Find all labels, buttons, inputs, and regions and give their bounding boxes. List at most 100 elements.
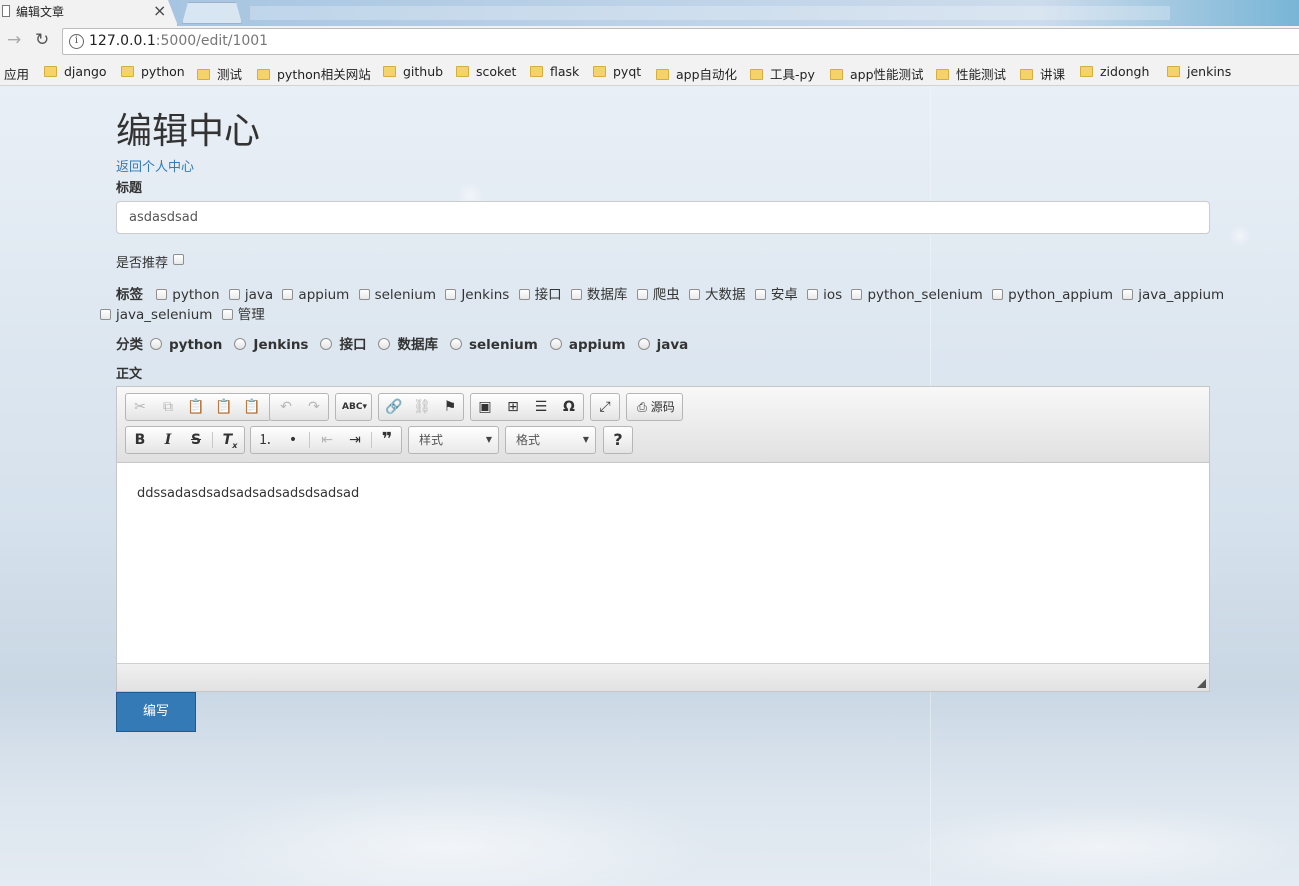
numbered-list-icon[interactable]: ⒈: [251, 427, 279, 453]
category-radio[interactable]: [320, 338, 333, 350]
resize-handle-icon[interactable]: [1197, 679, 1206, 688]
tag-checkbox[interactable]: [570, 289, 582, 300]
tag-python-selenium[interactable]: python_selenium: [851, 287, 983, 303]
bookmark-flask[interactable]: flask: [530, 64, 579, 79]
tag-android[interactable]: 安卓: [754, 287, 798, 303]
bookmark-app-perf-test[interactable]: app性能测试: [830, 64, 924, 83]
bookmark-zidongh[interactable]: zidongh: [1080, 64, 1149, 79]
bulleted-list-icon[interactable]: •: [279, 427, 307, 453]
category-radio[interactable]: [637, 338, 650, 350]
tag-checkbox[interactable]: [992, 289, 1004, 300]
tab-edit-article[interactable]: 编辑文章 ×: [0, 0, 178, 26]
tag-checkbox[interactable]: [518, 289, 530, 300]
horizontal-line-icon[interactable]: ☰: [527, 394, 555, 420]
unlink-icon[interactable]: ⛓: [408, 394, 436, 420]
table-icon[interactable]: ⊞: [499, 394, 527, 420]
bold-icon[interactable]: B: [126, 427, 154, 453]
special-char-icon[interactable]: Ω: [555, 394, 583, 420]
bookmark-app-automation[interactable]: app自动化: [656, 64, 737, 83]
source-button[interactable]: ⎙ 源码: [631, 394, 681, 420]
tag-checkbox[interactable]: [156, 289, 168, 300]
category-appium[interactable]: appium: [569, 337, 626, 353]
tag-checkbox[interactable]: [445, 289, 457, 300]
bookmark-jenkins[interactable]: jenkins: [1167, 64, 1231, 79]
tag-checkbox[interactable]: [1122, 289, 1134, 300]
paste-icon[interactable]: 📋: [182, 394, 210, 420]
tag-checkbox[interactable]: [636, 289, 648, 300]
tag-manage[interactable]: 管理: [221, 307, 265, 323]
bookmark-apps[interactable]: 应用: [4, 64, 29, 83]
tag-checkbox[interactable]: [221, 309, 233, 320]
link-icon[interactable]: 🔗: [380, 394, 408, 420]
tag-java-selenium[interactable]: java_selenium: [100, 307, 212, 323]
category-radio[interactable]: [150, 338, 162, 350]
back-to-profile-link[interactable]: 返回个人中心: [116, 156, 194, 175]
bookmark-tools-py[interactable]: 工具-py: [750, 64, 815, 83]
bookmark-django[interactable]: django: [44, 64, 107, 79]
paste-text-icon[interactable]: 📋: [210, 394, 238, 420]
image-icon[interactable]: ▣: [471, 394, 499, 420]
category-jenkins[interactable]: Jenkins: [253, 337, 308, 353]
help-icon[interactable]: ?: [604, 427, 632, 453]
bookmark-test[interactable]: 测试: [197, 64, 242, 83]
category-radio[interactable]: [378, 338, 391, 350]
tag-checkbox[interactable]: [228, 289, 240, 300]
back-arrow-icon[interactable]: →: [7, 30, 21, 50]
reload-icon[interactable]: ↻: [35, 30, 49, 50]
tag-checkbox[interactable]: [754, 289, 766, 300]
outdent-icon[interactable]: ⇤: [313, 427, 341, 453]
tag-checkbox[interactable]: [689, 289, 701, 300]
bookmark-lectures[interactable]: 讲课: [1020, 64, 1065, 83]
redo-icon[interactable]: ↷: [300, 394, 328, 420]
remove-format-icon[interactable]: Tx: [216, 427, 244, 453]
category-python[interactable]: python: [169, 337, 222, 353]
bookmark-perf-test[interactable]: 性能测试: [936, 64, 1006, 83]
maximize-icon[interactable]: ⤢: [591, 394, 619, 420]
tag-java[interactable]: java: [228, 287, 273, 303]
tag-python-appium[interactable]: python_appium: [992, 287, 1113, 303]
blockquote-icon[interactable]: ❞: [373, 427, 401, 453]
tag-interface[interactable]: 接口: [518, 287, 562, 303]
format-dropdown[interactable]: 格式 ▼: [505, 426, 596, 454]
bookmark-python[interactable]: python: [121, 64, 185, 79]
category-radio[interactable]: [449, 338, 462, 350]
strikethrough-icon[interactable]: S: [182, 427, 210, 453]
tag-checkbox[interactable]: [100, 309, 111, 320]
tag-appium[interactable]: appium: [282, 287, 349, 303]
tag-ios[interactable]: ios: [807, 287, 842, 303]
tag-selenium[interactable]: selenium: [358, 287, 436, 303]
spellcheck-icon[interactable]: ABC▾: [338, 394, 371, 420]
new-tab-button[interactable]: [182, 2, 242, 24]
bookmark-github[interactable]: github: [383, 64, 443, 79]
tag-python[interactable]: python: [156, 287, 220, 303]
category-radio[interactable]: [549, 338, 562, 350]
category-database[interactable]: 数据库: [397, 337, 438, 353]
category-interface[interactable]: 接口: [339, 337, 366, 353]
tag-java-appium[interactable]: java_appium: [1122, 287, 1224, 303]
copy-icon[interactable]: ⧉: [154, 394, 182, 420]
editor-content-area[interactable]: ddssadasdsadsadsadsadsdsadsad: [117, 463, 1209, 663]
close-icon[interactable]: ×: [153, 1, 166, 20]
category-radio[interactable]: [234, 338, 247, 350]
category-java[interactable]: java: [657, 337, 689, 353]
tag-jenkins[interactable]: Jenkins: [445, 287, 509, 303]
address-bar[interactable]: i 127.0.0.1:5000/edit/1001: [62, 28, 1299, 55]
submit-button[interactable]: 编写: [116, 692, 196, 732]
tag-checkbox[interactable]: [282, 289, 294, 300]
tag-checkbox[interactable]: [358, 289, 370, 300]
category-selenium[interactable]: selenium: [469, 337, 538, 353]
tag-database[interactable]: 数据库: [570, 287, 627, 303]
undo-icon[interactable]: ↶: [272, 394, 300, 420]
style-dropdown[interactable]: 样式 ▼: [408, 426, 499, 454]
tag-checkbox[interactable]: [851, 289, 863, 300]
bookmark-scoket[interactable]: scoket: [456, 64, 516, 79]
bookmark-pyqt[interactable]: pyqt: [593, 64, 641, 79]
indent-icon[interactable]: ⇥: [341, 427, 369, 453]
anchor-flag-icon[interactable]: ⚑: [436, 394, 464, 420]
info-icon[interactable]: i: [69, 34, 84, 49]
italic-icon[interactable]: I: [154, 427, 182, 453]
title-input[interactable]: asdasdsad: [116, 201, 1210, 234]
recommend-checkbox[interactable]: [173, 254, 184, 265]
tag-crawler[interactable]: 爬虫: [636, 287, 680, 303]
tag-big-data[interactable]: 大数据: [689, 287, 746, 303]
